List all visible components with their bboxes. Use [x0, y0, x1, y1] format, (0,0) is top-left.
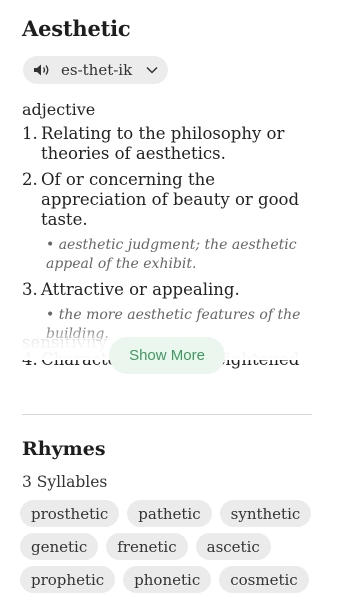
definition-text: Relating to the philosophy or theories o… — [41, 124, 312, 164]
show-more-button[interactable]: Show More — [109, 337, 225, 374]
rhyme-chip-list: prosthetic pathetic synthetic genetic fr… — [20, 500, 320, 593]
definition-text: Of or concerning the appreciation of bea… — [41, 170, 312, 230]
definition-item: 2. Of or concerning the appreciation of … — [22, 170, 312, 230]
definition-text: Attractive or appealing. — [41, 280, 312, 300]
pronunciation-button[interactable]: es-thet-ik — [23, 56, 168, 84]
rhyme-chip[interactable]: frenetic — [106, 533, 187, 560]
pronunciation-text: es-thet-ik — [61, 61, 132, 79]
part-of-speech: adjective — [22, 100, 95, 119]
rhyme-chip[interactable]: prosthetic — [20, 500, 119, 527]
word-title: Aesthetic — [22, 16, 130, 41]
rhyme-chip[interactable]: ascetic — [196, 533, 271, 560]
rhyme-chip[interactable]: genetic — [20, 533, 98, 560]
definition-example: • aesthetic judgment; the aesthetic appe… — [46, 236, 312, 274]
rhyme-chip[interactable]: prophetic — [20, 566, 115, 593]
definition-number: 2. — [22, 170, 41, 230]
definition-item: 1. Relating to the philosophy or theorie… — [22, 124, 312, 164]
rhyme-chip[interactable]: pathetic — [127, 500, 211, 527]
definition-number: 3. — [22, 280, 41, 300]
rhyme-chip[interactable]: synthetic — [220, 500, 312, 527]
speaker-icon — [33, 63, 53, 77]
section-divider — [22, 414, 312, 415]
syllables-label: 3 Syllables — [22, 473, 107, 491]
definition-item: 3. Attractive or appealing. — [22, 280, 312, 300]
definition-number: 1. — [22, 124, 41, 164]
chevron-down-icon — [146, 66, 158, 74]
rhyme-chip[interactable]: phonetic — [123, 566, 211, 593]
rhyme-chip[interactable]: cosmetic — [219, 566, 308, 593]
rhymes-heading: Rhymes — [22, 438, 106, 460]
